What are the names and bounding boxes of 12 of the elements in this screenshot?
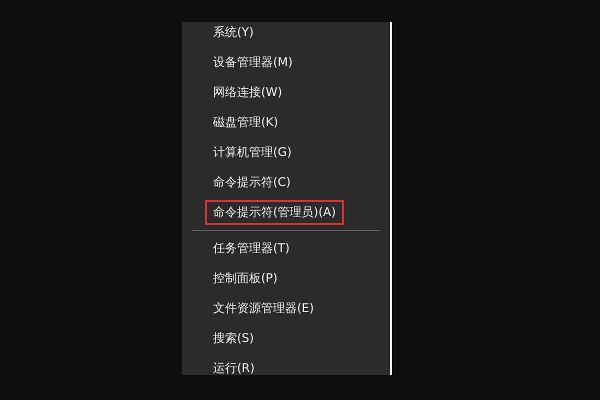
menu-item[interactable]: 设备管理器(M)	[205, 50, 301, 74]
menu-item[interactable]: 命令提示符(管理员)(A)	[205, 200, 344, 224]
menu-item[interactable]: 文件资源管理器(E)	[205, 296, 322, 320]
menu-item[interactable]: 计算机管理(G)	[205, 140, 300, 164]
menu-item[interactable]: 搜索(S)	[205, 326, 262, 350]
menu-item[interactable]: 控制面板(P)	[205, 266, 286, 290]
menu-item[interactable]: 命令提示符(C)	[205, 170, 299, 194]
menu-item[interactable]: 磁盘管理(K)	[205, 110, 286, 134]
menu-item[interactable]: 运行(R)	[205, 356, 263, 375]
menu-item[interactable]: 任务管理器(T)	[205, 236, 298, 260]
menu-item[interactable]: 系统(Y)	[205, 22, 262, 44]
menu-item[interactable]: 网络连接(W)	[205, 80, 290, 104]
